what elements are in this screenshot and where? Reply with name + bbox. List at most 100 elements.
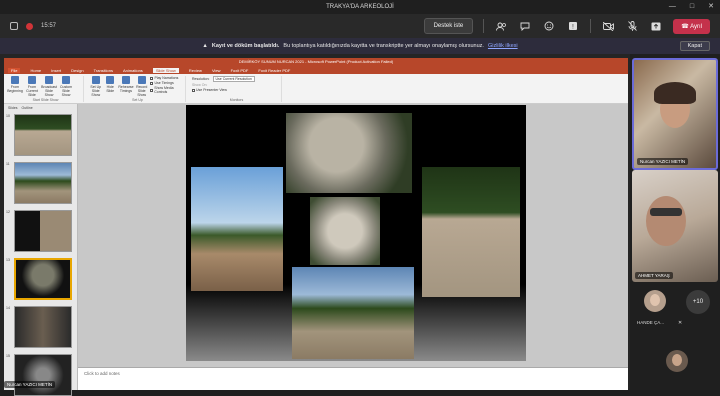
slide-number: 12 <box>6 210 10 214</box>
meeting-time: 15:57 <box>41 23 57 29</box>
record-button[interactable]: Record Slide Show <box>136 76 147 97</box>
from-current-button[interactable]: From Current Slide <box>25 76 39 97</box>
support-button[interactable]: Destek iste <box>423 18 474 34</box>
show-on-label: Show On: <box>192 83 208 87</box>
participant-tile[interactable]: AHMET YARAŞ <box>632 170 718 282</box>
setup-icon <box>91 76 100 84</box>
more-icon[interactable]: ! <box>566 19 580 33</box>
minimize-button[interactable]: — <box>669 0 676 14</box>
slide-thumbnail-selected[interactable] <box>14 258 72 300</box>
powerpoint-body: Slides Outline 10 11 12 13 14 15 Click t… <box>4 104 628 396</box>
chat-icon[interactable] <box>518 19 532 33</box>
ribbon-tab-slide-show[interactable]: Slide Show <box>152 67 179 73</box>
from-current-label: From Current Slide <box>26 85 38 97</box>
ribbon-tab-insert[interactable]: Insert <box>51 68 61 73</box>
maximize-button[interactable]: □ <box>690 0 694 14</box>
ribbon-tab-home[interactable]: Home <box>30 68 41 73</box>
close-window-button[interactable]: ✕ <box>708 0 714 14</box>
powerpoint-title: DEMİRKÖY SUNUM NURCAN 2021 - Microsoft P… <box>4 58 628 66</box>
camera-off-icon[interactable] <box>601 19 615 33</box>
aerial-photo-small[interactable] <box>310 197 380 265</box>
excavation-photo[interactable] <box>292 267 414 359</box>
record-icon <box>137 76 146 84</box>
banner-close-button[interactable]: Kapat <box>679 41 710 51</box>
ribbon-group-setup: Set Up Slide Show Hide Slide Rehearse Ti… <box>90 76 186 102</box>
hide-slide-label: Hide Slide <box>106 85 115 93</box>
mic-off-icon[interactable] <box>625 19 639 33</box>
timer-icon <box>121 76 130 84</box>
resolution-value: Use Current Resolution <box>212 76 255 82</box>
tab-slides[interactable]: Slides <box>8 106 18 110</box>
ribbon-tab-foxit-pdf[interactable]: Foxit PDF <box>231 68 249 73</box>
setup-checks: Play Narrations Use Timings Show Media C… <box>150 76 181 94</box>
banner-bold-text: Kayıt ve döküm başlatıldı. <box>211 43 280 49</box>
privacy-link[interactable]: Gizlilik ilkesi <box>488 43 518 49</box>
broadcast-icon <box>45 76 53 84</box>
stone-road-photo[interactable] <box>422 167 520 297</box>
broadcast-button[interactable]: Broadcast Slide Show <box>41 76 57 97</box>
setup-show-button[interactable]: Set Up Slide Show <box>90 76 101 97</box>
resolution-label: Resolution: <box>192 77 210 81</box>
thumbnail-tabs: Slides Outline <box>4 104 77 111</box>
trench-photo[interactable] <box>191 167 283 291</box>
notes-pane[interactable]: Click to add notes <box>78 367 628 390</box>
slide-thumbnail[interactable] <box>14 162 72 204</box>
use-timings-check[interactable]: Use Timings <box>150 81 181 85</box>
slide-number: 15 <box>6 354 10 358</box>
ribbon-tab-animations[interactable]: Animations <box>123 68 143 73</box>
show-on-select[interactable]: Show On: <box>192 83 255 87</box>
slideshow-icon <box>11 76 19 84</box>
ribbon-tab-transitions[interactable]: Transitions <box>94 68 113 73</box>
ribbon-tab-foxit-reader-pdf[interactable]: Foxit Reader PDF <box>258 68 290 73</box>
presenter-name-label: Nurcan YAZICI METİN <box>4 381 56 388</box>
mic-off-icon: ✕ <box>678 320 683 326</box>
ribbon-group-monitors: Resolution: Use Current Resolution Show … <box>192 76 282 102</box>
from-beginning-label: From Beginning <box>7 85 23 93</box>
hide-slide-icon <box>106 76 115 84</box>
slide-thumbnail[interactable] <box>14 114 72 156</box>
show-media-controls-check[interactable]: Show Media Controls <box>150 86 181 94</box>
leave-button[interactable]: ☎ Ayrıl <box>673 18 710 34</box>
toolbar-divider <box>590 19 592 33</box>
custom-show-button[interactable]: Custom Slide Show <box>59 76 73 97</box>
participant-tile[interactable]: Nurcan YAZICI METİN <box>632 58 718 170</box>
slide-number: 11 <box>6 162 10 166</box>
window-controls: — □ ✕ <box>669 0 714 14</box>
rehearse-button[interactable]: Rehearse Timings <box>118 76 134 93</box>
ribbon-tab-design[interactable]: Design <box>71 68 83 73</box>
group-label: Start Slide Show <box>32 98 59 102</box>
reactions-icon[interactable] <box>542 19 556 33</box>
ribbon-tab-view[interactable]: View <box>212 68 221 73</box>
ribbon-tab-file[interactable]: File <box>8 67 21 73</box>
aerial-photo[interactable] <box>286 113 412 193</box>
custom-show-label: Custom Slide Show <box>59 85 73 97</box>
slide-thumbnail[interactable] <box>14 306 72 348</box>
custom-show-icon <box>62 76 70 84</box>
leave-label: Ayrıl <box>690 23 702 30</box>
presenter-view-label: Use Presenter View <box>196 88 227 92</box>
group-label: Set Up <box>132 98 143 102</box>
ribbon-tab-review[interactable]: Review <box>189 68 202 73</box>
record-label: Record Slide Show <box>136 85 148 97</box>
resolution-select[interactable]: Resolution: Use Current Resolution <box>192 76 255 82</box>
more-participants-button[interactable]: +10 <box>686 290 710 314</box>
share-icon[interactable] <box>649 19 663 33</box>
current-slide[interactable] <box>186 105 526 361</box>
slideshow-icon <box>28 76 36 84</box>
ribbon-tabs: File Home Insert Design Transitions Anim… <box>4 66 628 74</box>
play-narrations-check[interactable]: Play Narrations <box>150 76 181 80</box>
presenter-view-check[interactable]: Use Presenter View <box>192 88 255 92</box>
participant-hair <box>654 82 696 104</box>
participant-avatar[interactable] <box>644 290 666 312</box>
tab-outline[interactable]: Outline <box>22 106 33 110</box>
people-icon[interactable] <box>494 19 508 33</box>
slide-thumbnails: Slides Outline 10 11 12 13 14 15 <box>4 104 78 396</box>
sidebar-toggle-icon[interactable] <box>10 22 18 30</box>
slide-thumbnail[interactable] <box>14 210 72 252</box>
participant-avatar[interactable] <box>666 350 688 372</box>
from-beginning-button[interactable]: From Beginning <box>7 76 23 93</box>
slide-number: 13 <box>6 258 10 262</box>
banner-text: Bu toplantıya katıldığınızda kayıtta ve … <box>283 43 484 49</box>
participant-face <box>646 196 686 246</box>
hide-slide-button[interactable]: Hide Slide <box>104 76 115 93</box>
